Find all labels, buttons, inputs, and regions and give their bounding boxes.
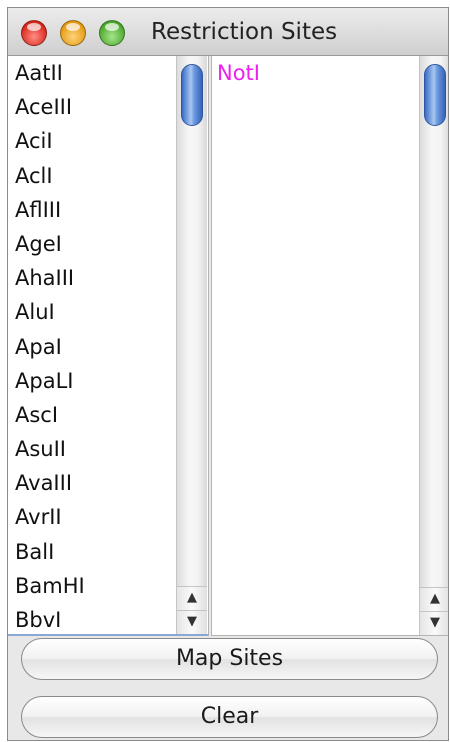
enzyme-list: AatII AceIII AciI AclI AflIII AgeI AhaII…	[8, 56, 85, 634]
selected-enzymes-list: NotI	[212, 56, 260, 90]
minimize-window-button[interactable]	[60, 20, 86, 46]
enzyme-list-item[interactable]: AvaIII	[8, 466, 85, 500]
enzyme-list-item[interactable]: AsuII	[8, 432, 85, 466]
clear-button[interactable]: Clear	[21, 696, 438, 738]
map-sites-button[interactable]: Map Sites	[21, 638, 438, 680]
enzyme-list-item[interactable]: AvrII	[8, 500, 85, 534]
enzyme-list-item[interactable]: BalI	[8, 535, 85, 569]
down-arrow-icon: ▼	[187, 614, 197, 629]
enzyme-list-item[interactable]: AceIII	[8, 90, 85, 124]
zoom-window-button[interactable]	[99, 20, 125, 46]
enzyme-list-item[interactable]: BamHI	[8, 569, 85, 603]
enzyme-list-item[interactable]: AgeI	[8, 227, 85, 261]
enzyme-list-item[interactable]: AscI	[8, 398, 85, 432]
down-arrow-icon: ▼	[430, 615, 440, 630]
up-arrow-icon: ▲	[430, 591, 440, 606]
enzyme-list-item[interactable]: AflIII	[8, 193, 85, 227]
enzyme-list-scroll-up-button[interactable]: ▲	[177, 586, 207, 610]
selected-enzyme-item[interactable]: NotI	[212, 56, 260, 90]
enzyme-list-item[interactable]: AciI	[8, 124, 85, 158]
enzyme-list-item[interactable]: AhaIII	[8, 261, 85, 295]
enzyme-list-item[interactable]: AatII	[8, 56, 85, 90]
window-title: Restriction Sites	[151, 19, 338, 45]
up-arrow-icon: ▲	[187, 590, 197, 605]
restriction-sites-window: Restriction Sites AatII AceIII AciI AclI…	[7, 7, 449, 741]
enzyme-list-pane: AatII AceIII AciI AclI AflIII AgeI AhaII…	[8, 56, 209, 636]
enzyme-list-item[interactable]: ApaLI	[8, 364, 85, 398]
close-window-button[interactable]	[21, 20, 47, 46]
enzyme-list-scroll-down-button[interactable]: ▼	[177, 610, 207, 634]
selected-list-scroll-thumb[interactable]	[424, 64, 446, 126]
selected-enzymes-pane: NotI ▲ ▼	[211, 56, 448, 636]
enzyme-list-item[interactable]: AluI	[8, 295, 85, 329]
selected-list-scroll-down-button[interactable]: ▼	[420, 611, 448, 635]
enzyme-list-scrollbar[interactable]: ▲ ▼	[176, 56, 207, 634]
selected-list-scrollbar[interactable]: ▲ ▼	[419, 56, 448, 635]
enzyme-list-scroll-thumb[interactable]	[181, 64, 203, 126]
enzyme-list-item[interactable]: BbvI	[8, 603, 85, 634]
selected-list-scroll-up-button[interactable]: ▲	[420, 587, 448, 611]
enzyme-list-item[interactable]: AclI	[8, 159, 85, 193]
enzyme-list-item[interactable]: ApaI	[8, 330, 85, 364]
title-bar[interactable]: Restriction Sites	[8, 8, 448, 56]
